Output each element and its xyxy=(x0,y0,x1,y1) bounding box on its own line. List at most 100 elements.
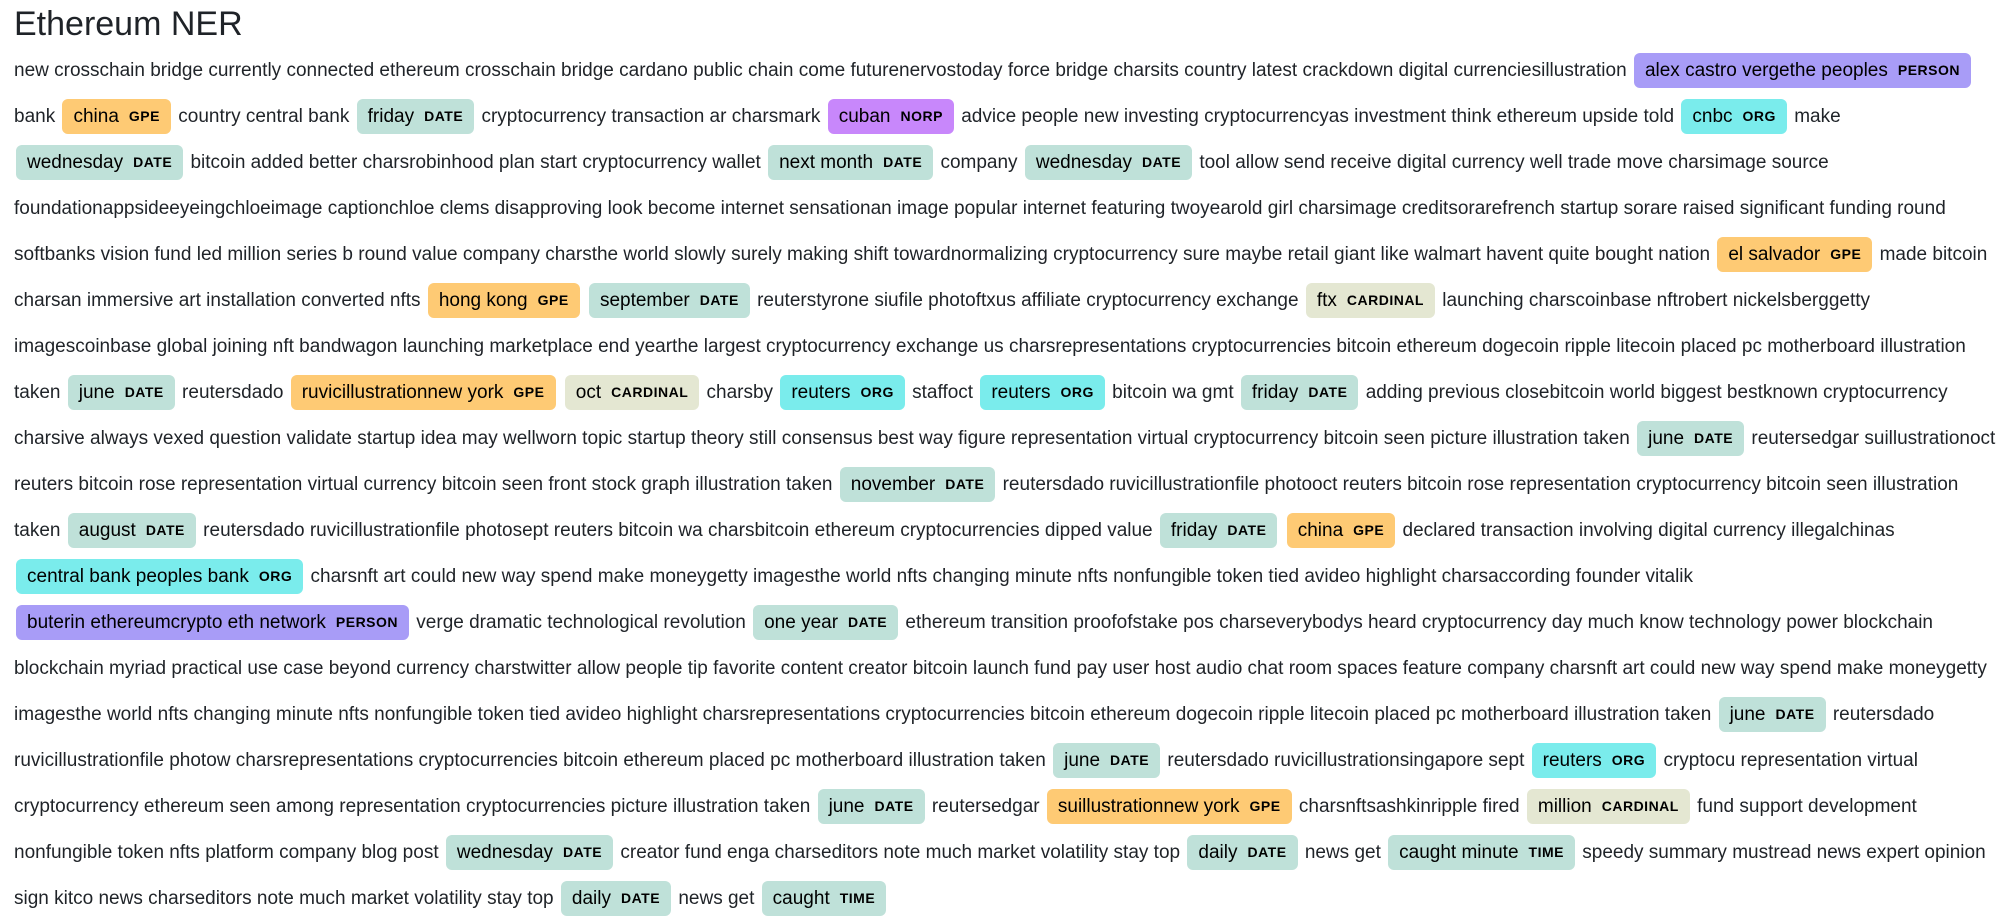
entity-cardinal: million CARDINAL xyxy=(1526,789,1690,824)
plain-text: charsnftsashkinripple fired xyxy=(1298,796,1520,817)
entity-text: november xyxy=(850,474,936,495)
entity-time: caught TIME xyxy=(761,881,887,916)
entity-label: DATE xyxy=(145,522,185,538)
plain-text: bank xyxy=(14,106,56,127)
plain-text: verge dramatic technological revolution xyxy=(416,612,746,633)
entity-person: alex castro vergethe peoples PERSON xyxy=(1633,53,1971,88)
entity-org: reuters ORG xyxy=(1531,743,1657,778)
entity-label: GPE xyxy=(1830,246,1862,262)
entity-date: june DATE xyxy=(1053,743,1161,778)
entity-text: million xyxy=(1537,796,1592,817)
page-title: Ethereum NER xyxy=(14,5,243,43)
entity-label: DATE xyxy=(133,154,173,170)
entity-date: june DATE xyxy=(1718,697,1826,732)
entity-date: friday DATE xyxy=(356,99,475,134)
entity-date: wednesday DATE xyxy=(445,835,614,870)
entity-label: ORG xyxy=(258,568,293,584)
ner-annotated-text: new crosschain bridge currently connecte… xyxy=(14,48,2004,922)
entity-gpe: suillustrationnew york GPE xyxy=(1046,789,1292,824)
entity-gpe: ruvicillustrationnew york GPE xyxy=(290,375,556,410)
entity-text: next month xyxy=(779,152,874,173)
entity-text: caught minute xyxy=(1399,842,1519,863)
entity-text: cnbc xyxy=(1692,106,1733,127)
entity-label: ORG xyxy=(860,384,894,400)
entity-text: friday xyxy=(1251,382,1299,403)
entity-date: november DATE xyxy=(839,467,996,502)
entity-label: DATE xyxy=(424,108,464,124)
plain-text: news get xyxy=(1304,842,1381,863)
entity-text: september xyxy=(599,290,690,311)
entity-gpe: hong kong GPE xyxy=(427,283,580,318)
entity-date: friday DATE xyxy=(1159,513,1278,548)
entity-label: GPE xyxy=(128,108,160,124)
plain-text: charsnft art could new way spend make mo… xyxy=(310,566,1694,587)
entity-label: ORG xyxy=(1060,384,1094,400)
entity-text: cuban xyxy=(838,106,891,127)
entity-text: central bank peoples bank xyxy=(27,566,249,587)
entity-label: TIME xyxy=(1528,844,1564,860)
plain-text: declared transaction involving digital c… xyxy=(1402,520,1895,541)
entity-label: GPE xyxy=(1249,798,1281,814)
plain-text: bitcoin added better charsrobinhood plan… xyxy=(190,152,761,173)
plain-text: cryptocurrency transaction ar charsmark xyxy=(481,106,821,127)
entity-label: DATE xyxy=(848,614,888,630)
entity-text: june xyxy=(1729,704,1766,725)
entity-text: june xyxy=(78,382,115,403)
entity-org: reuters ORG xyxy=(780,375,905,410)
entity-text: oct xyxy=(575,382,602,403)
entity-date: wednesday DATE xyxy=(1024,145,1193,180)
plain-text: company xyxy=(940,152,1018,173)
entity-text: el salvador xyxy=(1728,244,1821,265)
entity-date: one year DATE xyxy=(753,605,899,640)
entity-label: DATE xyxy=(1694,430,1734,446)
entity-text: caught xyxy=(772,888,830,909)
entity-text: buterin ethereumcrypto eth network xyxy=(27,612,326,633)
entity-text: friday xyxy=(1170,520,1218,541)
entity-text: reuters xyxy=(991,382,1051,403)
entity-label: PERSON xyxy=(335,614,399,630)
entity-label: DATE xyxy=(945,476,985,492)
entity-label: DATE xyxy=(1227,522,1267,538)
plain-text: bitcoin wa gmt xyxy=(1112,382,1234,403)
entity-text: june xyxy=(1648,428,1685,449)
entity-date: august DATE xyxy=(67,513,196,548)
entity-date: june DATE xyxy=(67,375,175,410)
plain-text: reutersedgar xyxy=(931,796,1040,817)
entity-label: GPE xyxy=(513,384,545,400)
entity-org: cnbc ORG xyxy=(1681,99,1787,134)
entity-label: GPE xyxy=(1353,522,1385,538)
plain-text: country central bank xyxy=(178,106,350,127)
entity-date: wednesday DATE xyxy=(16,145,184,180)
plain-text: new crosschain bridge currently connecte… xyxy=(14,60,1627,81)
entity-org: central bank peoples bank ORG xyxy=(16,559,304,594)
entity-norp: cuban NORP xyxy=(827,99,954,134)
entity-label: DATE xyxy=(874,798,914,814)
plain-text: staffoct xyxy=(912,382,974,403)
entity-label: DATE xyxy=(124,384,164,400)
plain-text: charsby xyxy=(706,382,774,403)
entity-text: alex castro vergethe peoples xyxy=(1644,60,1888,81)
entity-cardinal: ftx CARDINAL xyxy=(1305,283,1435,318)
entity-label: DATE xyxy=(883,154,923,170)
entity-label: CARDINAL xyxy=(611,384,689,400)
entity-label: CARDINAL xyxy=(1346,292,1424,308)
entity-org: reuters ORG xyxy=(980,375,1105,410)
plain-text: news get xyxy=(678,888,755,909)
entity-label: DATE xyxy=(1247,844,1287,860)
entity-text: one year xyxy=(764,612,839,633)
entity-date: next month DATE xyxy=(768,145,934,180)
entity-text: china xyxy=(73,106,119,127)
entity-text: china xyxy=(1297,520,1344,541)
entity-date: daily DATE xyxy=(1187,835,1298,870)
entity-text: wednesday xyxy=(456,842,554,863)
entity-text: reuters xyxy=(1542,750,1602,771)
plain-text: reutersdado ruvicillustrationfile photos… xyxy=(203,520,1153,541)
plain-text: reuterstyrone siufile photoftxus affilia… xyxy=(757,290,1299,311)
entity-date: september DATE xyxy=(588,283,750,318)
entity-cardinal: oct CARDINAL xyxy=(564,375,700,410)
entity-label: DATE xyxy=(1110,752,1150,768)
entity-label: ORG xyxy=(1742,108,1776,124)
entity-text: august xyxy=(78,520,136,541)
entity-label: DATE xyxy=(1775,706,1815,722)
entity-gpe: el salvador GPE xyxy=(1717,237,1873,272)
